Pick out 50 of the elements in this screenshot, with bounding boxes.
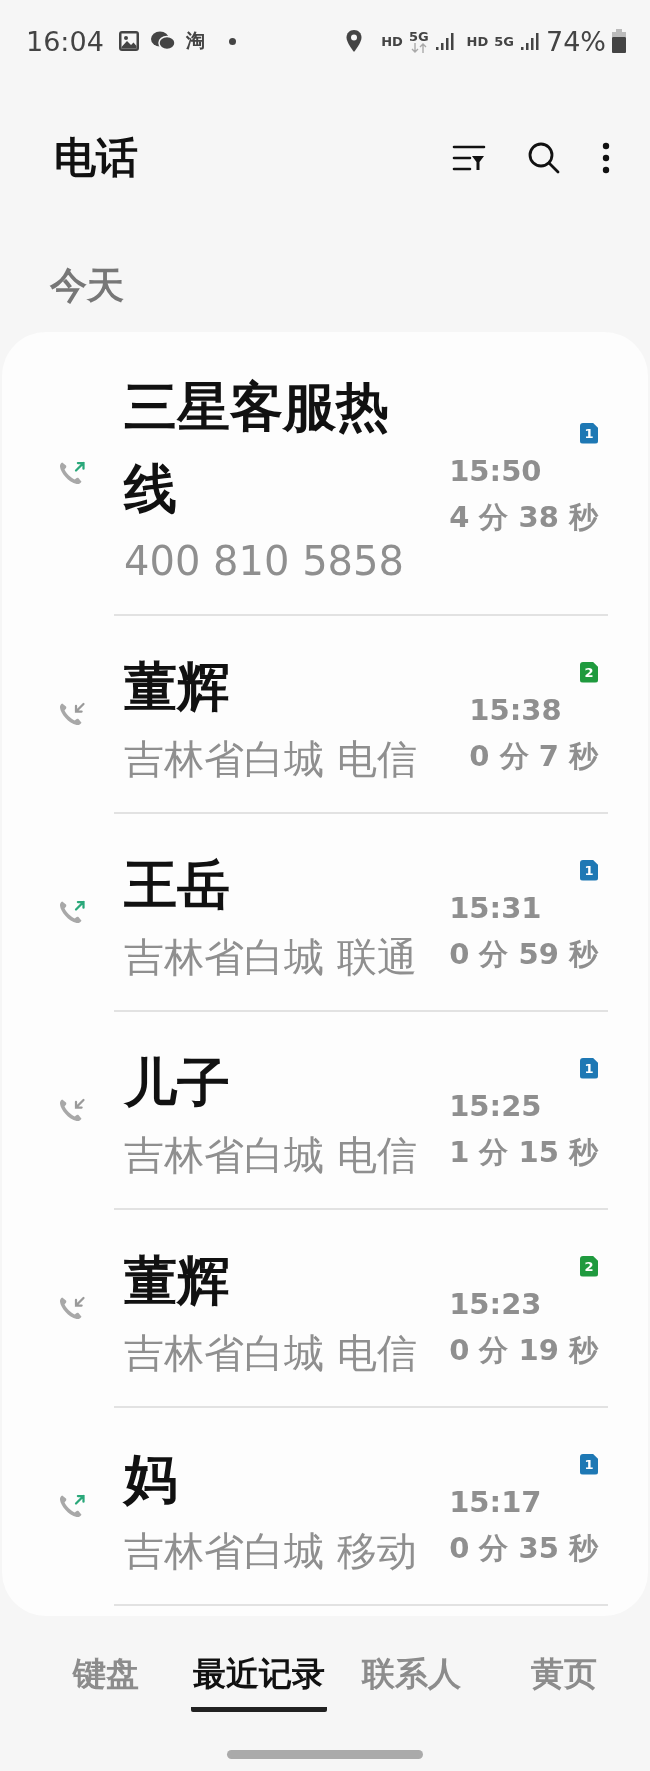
caller-detail: 400 810 5858 bbox=[124, 537, 405, 586]
caller-name[interactable]: 董辉 bbox=[124, 646, 434, 728]
caller-detail: 吉林省白城 电信 bbox=[124, 1329, 418, 1378]
sim-badge: 1 bbox=[580, 859, 598, 881]
caller-name[interactable]: 王岳 bbox=[124, 844, 434, 926]
call-duration: 0 分 35 秒 bbox=[449, 1529, 598, 1567]
sim-badge: 1 bbox=[580, 1453, 598, 1475]
battery-percentage: 74% bbox=[546, 25, 606, 57]
app-title: 电话 bbox=[54, 132, 138, 184]
call-duration: 0 分 59 秒 bbox=[449, 935, 598, 973]
more-options-icon[interactable] bbox=[602, 142, 610, 174]
network-type-label: 5G bbox=[494, 34, 514, 48]
nav-tab[interactable]: 最近记录 bbox=[190, 1646, 327, 1712]
caller-name[interactable]: 妈 bbox=[124, 1438, 434, 1520]
app-notification-glyph: 淘 bbox=[185, 28, 205, 53]
battery-icon bbox=[612, 29, 626, 53]
call-time: 15:23 bbox=[449, 1285, 542, 1323]
caller-name[interactable]: 儿子 bbox=[124, 1042, 434, 1124]
call-time: 15:38 bbox=[469, 691, 562, 729]
call-time: 15:31 bbox=[449, 889, 542, 927]
filter-icon[interactable] bbox=[452, 143, 486, 173]
call-time: 15:25 bbox=[449, 1087, 542, 1125]
signal-icon bbox=[434, 31, 455, 51]
hd-voice-label: HD bbox=[381, 33, 403, 49]
sim-badge: 2 bbox=[580, 1255, 598, 1277]
signal-icon bbox=[520, 31, 540, 51]
call-duration: 0 分 7 秒 bbox=[469, 737, 598, 775]
caller-name[interactable]: 三星客服热线 bbox=[124, 366, 434, 530]
call-duration: 4 分 38 秒 bbox=[449, 498, 598, 536]
call-time: 15:17 bbox=[449, 1483, 542, 1521]
search-icon[interactable] bbox=[526, 140, 562, 176]
caller-detail: 吉林省白城 移动 bbox=[124, 1527, 418, 1576]
chat-bubbles-icon bbox=[149, 30, 176, 52]
more-notifications-dot bbox=[228, 37, 236, 45]
caller-detail: 吉林省白城 电信 bbox=[124, 1131, 418, 1180]
caller-name[interactable]: 董辉 bbox=[124, 1240, 434, 1322]
sim-badge: 1 bbox=[580, 1057, 598, 1079]
call-time: 15:50 bbox=[449, 452, 542, 490]
sim-badge: 1 bbox=[580, 422, 598, 444]
caller-detail: 吉林省白城 电信 bbox=[124, 735, 418, 784]
network-type-label: 5G bbox=[408, 29, 429, 43]
call-duration: 0 分 19 秒 bbox=[449, 1331, 598, 1369]
caller-detail: 吉林省白城 联通 bbox=[124, 933, 418, 982]
sim-badge: 2 bbox=[580, 661, 598, 683]
gallery-icon bbox=[117, 30, 140, 52]
clock: 16:04 bbox=[26, 25, 104, 57]
section-heading: 今天 bbox=[49, 263, 125, 309]
location-icon bbox=[345, 29, 364, 53]
call-duration: 1 分 15 秒 bbox=[449, 1133, 598, 1171]
hd-voice-label: HD bbox=[466, 33, 489, 49]
